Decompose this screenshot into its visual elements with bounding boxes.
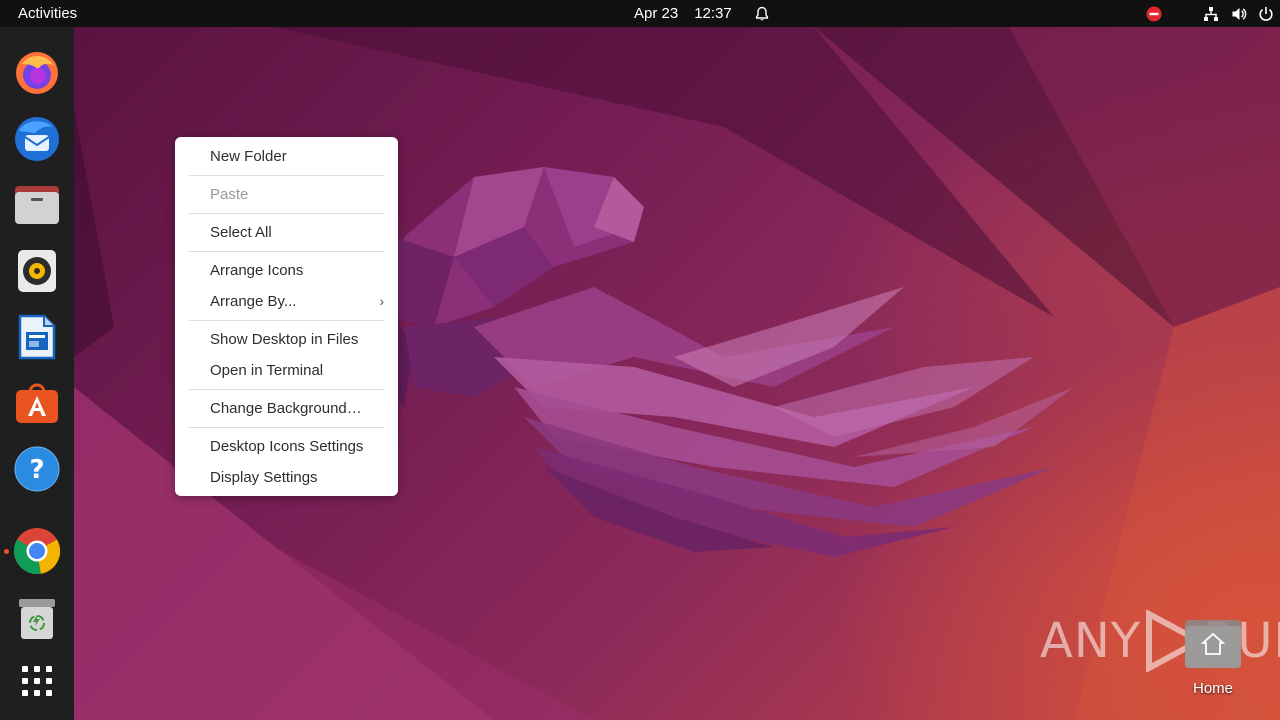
menu-item-arrange-by-label: Arrange By...	[210, 293, 297, 310]
svg-text:?: ?	[29, 455, 44, 485]
menu-item-arrange-icons[interactable]: Arrange Icons	[175, 255, 398, 286]
dock: ?	[0, 27, 74, 720]
dock-item-firefox[interactable]	[11, 47, 63, 99]
home-icon-label: Home	[1192, 680, 1233, 697]
menu-item-show-desktop-in-files[interactable]: Show Desktop in Files	[175, 324, 398, 355]
top-bar: Activities Apr 23 12:37	[0, 0, 1280, 27]
dock-item-help[interactable]: ?	[11, 443, 63, 495]
files-icon	[15, 186, 59, 224]
watermark-left-text: ANY	[1040, 613, 1142, 669]
writer-icon	[18, 314, 56, 360]
menu-separator	[189, 320, 384, 321]
notification-bell-icon	[755, 6, 768, 20]
thunderbird-icon	[15, 117, 59, 161]
rhythmbox-icon	[18, 250, 56, 292]
menu-item-select-all[interactable]: Select All	[175, 217, 398, 248]
clock-time: 12:37	[694, 5, 732, 22]
menu-separator	[189, 175, 384, 176]
do-not-disturb-icon[interactable]	[1140, 0, 1168, 27]
dock-item-show-applications[interactable]	[11, 655, 63, 707]
menu-item-arrange-by[interactable]: Arrange By... ›	[175, 286, 398, 317]
menu-item-desktop-icons-settings[interactable]: Desktop Icons Settings	[175, 431, 398, 462]
dock-item-files[interactable]	[11, 179, 63, 231]
clock-button[interactable]: Apr 23 12:37	[628, 0, 776, 27]
menu-separator	[189, 251, 384, 252]
dock-item-thunderbird[interactable]	[11, 113, 63, 165]
app-grid-icon	[22, 666, 52, 696]
clock-date: Apr 23	[634, 5, 679, 22]
system-tray[interactable]	[1140, 0, 1280, 27]
dock-item-rhythmbox[interactable]	[11, 245, 63, 297]
chevron-right-icon: ›	[379, 293, 384, 309]
menu-item-open-in-terminal[interactable]: Open in Terminal	[175, 355, 398, 386]
dock-item-ubuntu-software[interactable]	[11, 377, 63, 429]
firefox-icon	[16, 52, 58, 94]
menu-separator	[189, 389, 384, 390]
dock-item-libreoffice-writer[interactable]	[11, 311, 63, 363]
dock-item-google-chrome[interactable]	[11, 525, 63, 577]
menu-item-display-settings[interactable]: Display Settings	[175, 462, 398, 493]
software-icon	[16, 383, 58, 423]
home-folder-icon	[1185, 620, 1241, 668]
menu-item-paste: Paste	[210, 186, 249, 203]
power-icon[interactable]	[1252, 0, 1280, 27]
dock-item-trash[interactable]	[11, 593, 63, 645]
activities-button[interactable]: Activities	[10, 0, 85, 27]
menu-separator	[189, 213, 384, 214]
desktop-icon-home[interactable]: Home	[1180, 616, 1246, 698]
menu-item-change-background[interactable]: Change Background…	[175, 393, 398, 424]
trash-icon	[19, 599, 55, 639]
running-indicator	[4, 549, 9, 554]
menu-item-new-folder[interactable]: New Folder	[175, 141, 398, 172]
help-icon: ?	[14, 446, 60, 492]
chrome-icon	[13, 528, 61, 575]
desktop-context-menu: New Folder Paste Select All Arrange Icon…	[175, 137, 398, 496]
volume-icon[interactable]	[1225, 0, 1253, 27]
menu-separator	[189, 427, 384, 428]
network-icon[interactable]	[1197, 0, 1225, 27]
